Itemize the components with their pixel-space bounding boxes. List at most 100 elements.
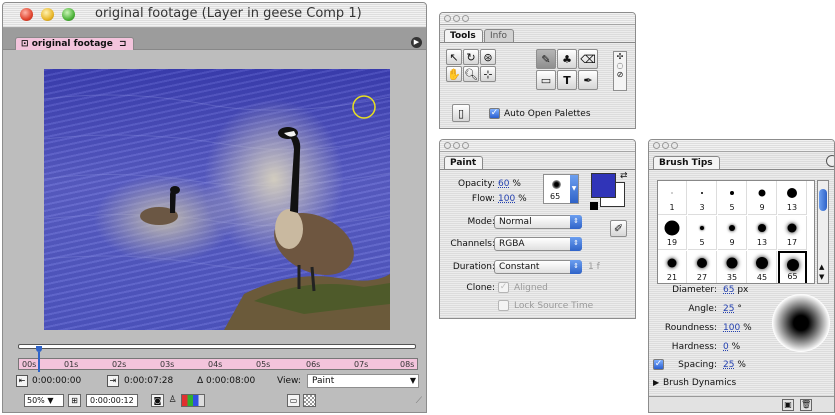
brush-tips-titlebar[interactable]: [649, 140, 834, 152]
auto-open-palettes-checkbox[interactable]: ✓: [489, 108, 500, 119]
brush-tips-minimize-button[interactable]: [662, 142, 669, 149]
zoom-tool-button[interactable]: 🔍︎: [463, 66, 479, 82]
duration-popup[interactable]: Constant ⇕: [494, 260, 582, 274]
minimize-window-button[interactable]: [41, 8, 54, 21]
rotate-tool-button[interactable]: ↻: [463, 49, 479, 65]
region-of-interest-icon[interactable]: ▭: [287, 394, 300, 407]
swap-colors-icon[interactable]: ⇄: [620, 171, 628, 181]
time-navigator[interactable]: [18, 344, 416, 349]
brush-tip[interactable]: 19: [658, 216, 687, 250]
layer-window-titlebar[interactable]: original footage (Layer in geese Comp 1): [3, 3, 426, 28]
out-time-display[interactable]: 0:00:07:28: [124, 376, 173, 386]
brush-tip[interactable]: 9: [718, 216, 747, 250]
aligned-checkbox[interactable]: ✓: [498, 282, 509, 293]
view-popup[interactable]: Paint ▼: [307, 374, 419, 388]
tools-titlebar[interactable]: [440, 13, 635, 25]
resize-grip-icon[interactable]: ⟋: [416, 396, 422, 406]
scroll-up-icon[interactable]: ▲: [819, 263, 824, 271]
foreground-color-swatch[interactable]: [591, 173, 616, 198]
camera-tool-button[interactable]: ⊛: [480, 49, 496, 65]
zoom-window-button[interactable]: [62, 8, 75, 21]
brush-tip-dot: [700, 226, 704, 230]
brush-tip[interactable]: 35: [718, 251, 747, 283]
new-brush-icon[interactable]: ▣: [782, 399, 794, 411]
close-window-button[interactable]: [20, 8, 33, 21]
eraser-tool-button[interactable]: ⌫: [578, 49, 598, 69]
brush-tip[interactable]: 13: [778, 181, 807, 215]
brush-tip[interactable]: 13: [748, 216, 777, 250]
brush-tool-button[interactable]: ✎: [536, 49, 556, 69]
footage-image[interactable]: [44, 69, 390, 330]
zoom-popup[interactable]: 50% ▼: [24, 394, 64, 407]
brush-tip[interactable]: 27: [688, 251, 717, 283]
delete-brush-icon[interactable]: 🗑︎: [800, 399, 812, 411]
show-snapshot-icon[interactable]: ♙: [166, 394, 179, 407]
opacity-field[interactable]: 60 %: [498, 179, 521, 189]
brush-tip[interactable]: 9: [748, 181, 777, 215]
brush-tip[interactable]: 5: [718, 181, 747, 215]
tab-tools[interactable]: Tools: [444, 29, 483, 42]
local-axis-icon[interactable]: ✣: [614, 52, 626, 61]
scroll-down-icon[interactable]: ▼: [819, 273, 824, 281]
channels-popup[interactable]: RGBA ⇕: [494, 237, 582, 251]
brush-tip[interactable]: 5: [688, 216, 717, 250]
tools-zoom-button[interactable]: [462, 15, 469, 22]
panel-menu-icon[interactable]: ▶: [411, 37, 422, 48]
spacing-checkbox[interactable]: ✓: [653, 359, 664, 370]
paint-close-button[interactable]: [444, 142, 451, 149]
brush-tips-zoom-button[interactable]: [671, 142, 678, 149]
current-time-indicator[interactable]: [36, 346, 42, 372]
diameter-field[interactable]: 65 px: [723, 285, 748, 295]
hardness-field[interactable]: 0 %: [723, 342, 740, 352]
tab-brush-tips[interactable]: Brush Tips: [653, 156, 720, 169]
palette-toggle-button[interactable]: ▯: [452, 104, 470, 122]
set-out-point-icon[interactable]: ⇥: [107, 375, 119, 387]
text-tool-button[interactable]: T: [557, 70, 577, 90]
time-display-2[interactable]: 0:00:00:12: [86, 394, 138, 407]
brush-tip-scrollbar[interactable]: ▲ ▼: [817, 180, 829, 284]
mode-popup[interactable]: Normal ⇕: [494, 215, 582, 229]
brush-tip[interactable]: 3: [688, 181, 717, 215]
brush-tip-selected[interactable]: 65: [778, 251, 807, 283]
world-axis-icon[interactable]: ◌: [614, 61, 626, 70]
clone-stamp-tool-button[interactable]: ♣: [557, 49, 577, 69]
brush-dynamics-label[interactable]: Brush Dynamics: [663, 378, 736, 388]
flow-field[interactable]: 100 %: [498, 194, 527, 204]
close-tab-icon[interactable]: ⊐: [119, 39, 127, 49]
lock-source-time-checkbox[interactable]: [498, 300, 509, 311]
selection-tool-button[interactable]: ↖: [446, 49, 462, 65]
tools-close-button[interactable]: [444, 15, 451, 22]
current-time-display[interactable]: 0:00:00:00: [32, 376, 81, 386]
transparency-grid-icon[interactable]: [303, 394, 316, 407]
brush-tip[interactable]: 21: [658, 251, 687, 283]
brush-tip[interactable]: 1: [658, 181, 687, 215]
set-in-point-icon[interactable]: ⇤: [16, 375, 28, 387]
channels-icon[interactable]: [181, 394, 205, 407]
tab-original-footage[interactable]: ⊡ original footage ⊐: [15, 37, 134, 50]
brush-preview-popup[interactable]: 65 ▼: [543, 174, 579, 204]
view-axis-icon[interactable]: ⊘: [614, 70, 626, 79]
paint-zoom-button[interactable]: [462, 142, 469, 149]
paint-titlebar[interactable]: [440, 140, 635, 152]
grid-icon[interactable]: ⊞: [68, 394, 81, 407]
tab-paint[interactable]: Paint: [444, 156, 484, 169]
paint-minimize-button[interactable]: [453, 142, 460, 149]
hand-tool-button[interactable]: ✋: [446, 66, 462, 82]
snapshot-icon[interactable]: ◙: [151, 394, 164, 407]
panel-menu-icon[interactable]: [826, 155, 834, 167]
brush-tips-close-button[interactable]: [653, 142, 660, 149]
brush-tip[interactable]: 17: [778, 216, 807, 250]
spacing-field[interactable]: 25 %: [723, 360, 746, 370]
rectangle-mask-tool-button[interactable]: ▭: [536, 70, 556, 90]
disclosure-triangle-icon[interactable]: ▶: [653, 378, 659, 387]
pan-behind-tool-button[interactable]: ⊹: [480, 66, 496, 82]
brush-tip[interactable]: 45: [748, 251, 777, 283]
scrollbar-thumb[interactable]: [819, 189, 827, 211]
pen-tool-button[interactable]: ✒: [578, 70, 598, 90]
roundness-field[interactable]: 100 %: [723, 323, 752, 333]
default-colors-icon[interactable]: [590, 202, 598, 210]
eyedropper-button[interactable]: ✐: [610, 220, 627, 237]
tools-minimize-button[interactable]: [453, 15, 460, 22]
angle-field[interactable]: 25 °: [723, 304, 742, 314]
tab-info[interactable]: Info: [484, 29, 515, 42]
